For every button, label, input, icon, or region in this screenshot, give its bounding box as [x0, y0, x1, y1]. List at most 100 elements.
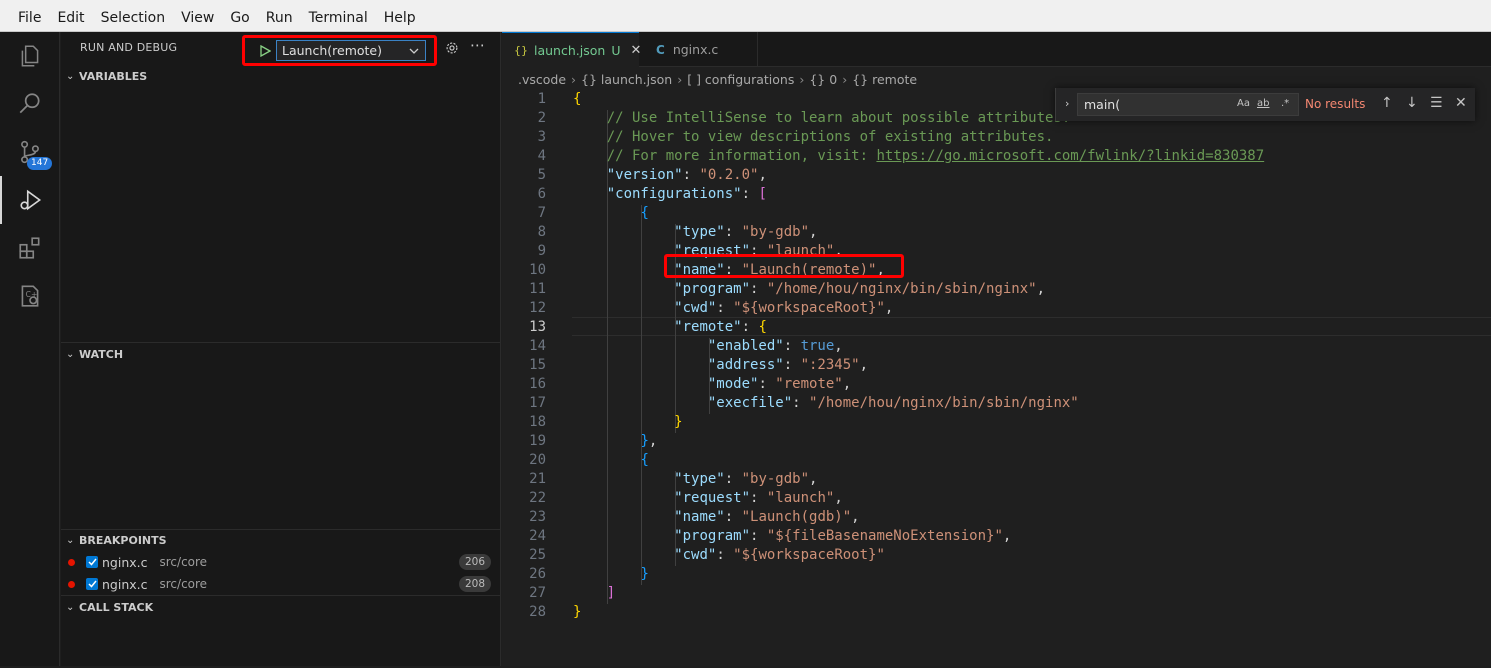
more-actions-icon[interactable]: ⋯	[470, 36, 485, 54]
find-in-selection-icon[interactable]: ☰	[1430, 95, 1443, 111]
code-line[interactable]: {	[573, 91, 581, 107]
menu-go[interactable]: Go	[222, 0, 257, 32]
variables-section-header[interactable]: ⌄ VARIABLES	[61, 65, 501, 87]
code-line[interactable]: "type": "by-gdb",	[573, 471, 817, 487]
start-debugging-icon[interactable]	[254, 41, 276, 61]
sidebar-title: RUN AND DEBUG	[80, 41, 178, 54]
code-line[interactable]: "remote": {	[573, 319, 767, 335]
run-debug-icon[interactable]	[0, 176, 60, 224]
breakpoint-checkbox[interactable]	[86, 578, 98, 590]
line-number: 21	[529, 471, 546, 487]
code-line[interactable]: }	[573, 566, 648, 582]
gear-icon[interactable]	[445, 41, 459, 58]
breakpoint-row[interactable]: nginx.c src/core 206	[61, 551, 501, 573]
menu-terminal[interactable]: Terminal	[301, 0, 376, 32]
run-debug-sidebar: RUN AND DEBUG Launch(remote) ⋯ ⌄ VARIABL…	[61, 32, 501, 666]
code-line[interactable]: ]	[573, 585, 615, 601]
watch-title: WATCH	[79, 347, 124, 361]
breadcrumb-item[interactable]: .vscode	[518, 72, 566, 87]
code-line[interactable]: "program": "${fileBasenameNoExtension}",	[573, 528, 1011, 544]
callstack-section-header[interactable]: ⌄ CALL STACK	[61, 596, 501, 618]
code-line[interactable]: "address": ":2345",	[573, 357, 868, 373]
menu-selection[interactable]: Selection	[93, 0, 174, 32]
code-line[interactable]: "version": "0.2.0",	[573, 167, 767, 183]
breadcrumb: .vscode › {} launch.json › [ ] configura…	[518, 68, 917, 90]
source-control-icon[interactable]: 147	[0, 128, 60, 176]
explorer-icon[interactable]	[0, 32, 60, 80]
match-case-icon[interactable]: Aa	[1237, 98, 1250, 109]
menu-file[interactable]: File	[10, 0, 49, 32]
code-line[interactable]: "request": "launch",	[573, 490, 843, 506]
line-number: 11	[529, 281, 546, 297]
line-number: 1	[537, 91, 546, 107]
code-line[interactable]: "configurations": [	[573, 186, 767, 202]
code-line[interactable]: "mode": "remote",	[573, 376, 851, 392]
code-line[interactable]: "program": "/home/hou/nginx/bin/sbin/ngi…	[573, 281, 1045, 297]
line-number: 8	[537, 224, 546, 240]
launch-config-highlight: Launch(remote)	[242, 35, 437, 66]
line-number: 19	[529, 433, 546, 449]
close-icon[interactable]: ✕	[1455, 95, 1467, 111]
chevron-down-icon: ⌄	[66, 601, 75, 613]
menu-help[interactable]: Help	[376, 0, 424, 32]
code-line[interactable]: {	[573, 452, 648, 468]
line-number: 25	[529, 547, 546, 563]
arrow-up-icon[interactable]: ↑	[1381, 95, 1393, 111]
code-line[interactable]: },	[573, 433, 657, 449]
editor-tabs: {} launch.json U ✕ C nginx.c	[502, 32, 1491, 67]
code-line[interactable]: "type": "by-gdb",	[573, 224, 817, 240]
line-number: 17	[529, 395, 546, 411]
tab-nginx-c[interactable]: C nginx.c	[640, 32, 758, 67]
line-number: 27	[529, 585, 546, 601]
menu-edit[interactable]: Edit	[49, 0, 92, 32]
line-number: 3	[537, 129, 546, 145]
line-number: 20	[529, 452, 546, 468]
breadcrumb-item[interactable]: [ ] configurations	[687, 72, 794, 87]
code-editor[interactable]: 1 {2 // Use IntelliSense to learn about p…	[502, 88, 1491, 668]
chevron-right-icon: ›	[677, 71, 683, 87]
match-whole-word-icon[interactable]: ab	[1257, 98, 1269, 109]
breakpoint-line-badge: 206	[458, 554, 491, 570]
breakpoint-dot-icon	[68, 580, 75, 588]
arrow-down-icon[interactable]: ↓	[1406, 95, 1418, 111]
extensions-icon[interactable]	[0, 224, 60, 272]
code-line[interactable]: // Use IntelliSense to learn about possi…	[573, 110, 1071, 126]
tab-launch-json[interactable]: {} launch.json U ✕	[502, 32, 641, 67]
line-number: 9	[537, 243, 546, 259]
watch-section-header[interactable]: ⌄ WATCH	[61, 343, 501, 365]
line-number: 15	[529, 357, 546, 373]
breadcrumb-item[interactable]: {} 0	[809, 72, 837, 87]
launch-config-select[interactable]: Launch(remote)	[276, 40, 426, 61]
regex-icon[interactable]: .*	[1281, 98, 1289, 109]
line-number: 2	[537, 110, 546, 126]
menu-view[interactable]: View	[173, 0, 222, 32]
sidebar-header: RUN AND DEBUG Launch(remote) ⋯	[61, 32, 501, 66]
breakpoint-dot-icon	[68, 558, 75, 566]
code-line[interactable]: }	[573, 414, 682, 430]
code-line[interactable]: "enabled": true,	[573, 338, 843, 354]
line-number: 7	[537, 205, 546, 221]
code-line[interactable]: "cwd": "${workspaceRoot}"	[573, 547, 885, 563]
menu-bar: File Edit Selection View Go Run Terminal…	[0, 0, 1491, 32]
code-line[interactable]: }	[573, 604, 581, 620]
code-line[interactable]: "name": "Launch(gdb)",	[573, 509, 859, 525]
svg-text:C+: C+	[26, 290, 38, 299]
breakpoints-section-header[interactable]: ⌄ BREAKPOINTS	[61, 529, 501, 551]
breadcrumb-item[interactable]: {} remote	[852, 72, 917, 87]
code-line[interactable]: "execfile": "/home/hou/nginx/bin/sbin/ng…	[573, 395, 1079, 411]
code-line[interactable]: {	[573, 205, 648, 221]
menu-run[interactable]: Run	[258, 0, 301, 32]
line-number: 23	[529, 509, 546, 525]
remote-explorer-icon[interactable]: C+	[0, 272, 60, 320]
line-number: 5	[537, 167, 546, 183]
chevron-right-icon[interactable]: ›	[1065, 97, 1069, 110]
chevron-right-icon: ›	[799, 71, 805, 87]
code-line[interactable]: // For more information, visit: https://…	[573, 148, 1264, 164]
breakpoint-row[interactable]: nginx.c src/core 208	[61, 573, 501, 595]
scm-badge: 147	[27, 157, 53, 170]
breadcrumb-item[interactable]: {} launch.json	[581, 72, 672, 87]
code-line[interactable]: "cwd": "${workspaceRoot}",	[573, 300, 893, 316]
breakpoint-checkbox[interactable]	[86, 556, 98, 568]
search-icon[interactable]	[0, 80, 60, 128]
code-line[interactable]: // Hover to view descriptions of existin…	[573, 129, 1054, 145]
